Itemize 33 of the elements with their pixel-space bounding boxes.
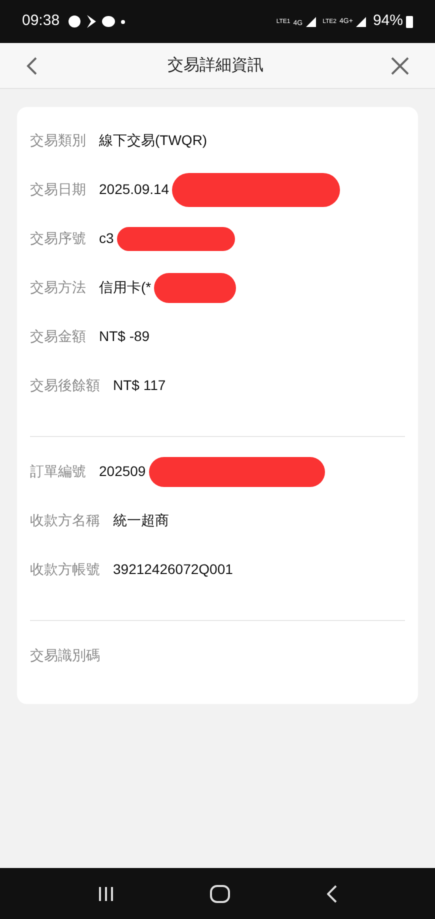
- field-label: 交易日期: [30, 180, 86, 199]
- field-value: c3: [99, 230, 114, 246]
- more-notifications-icon: [120, 20, 125, 24]
- close-button[interactable]: [391, 56, 409, 74]
- field-value: NT$ 117: [113, 377, 166, 393]
- field-label: 交易類別: [30, 131, 86, 150]
- page-title: 交易詳細資訊: [168, 56, 264, 76]
- field-label: 交易識別碼: [30, 646, 100, 665]
- home-icon[interactable]: [210, 884, 230, 902]
- field-value: 線下交易(TWQR): [99, 132, 208, 148]
- field-value: 信用卡(*: [99, 279, 152, 295]
- field-label: 訂單編號: [30, 462, 86, 481]
- recent-apps-icon[interactable]: [98, 886, 114, 902]
- field-label: 交易序號: [30, 229, 86, 248]
- field-value: 39212426072Q001: [113, 561, 233, 577]
- field-value: 202509: [99, 463, 146, 479]
- battery-icon: [406, 15, 413, 28]
- status-time: 09:38: [22, 11, 60, 32]
- app-notification-icon: [86, 15, 96, 28]
- field-value: 2025.09.14: [99, 181, 170, 197]
- field-label: 交易方法: [30, 278, 86, 297]
- field-label: 收款方帳號: [30, 560, 100, 579]
- field-value: NT$ -89: [99, 328, 150, 344]
- field-label: 交易後餘額: [30, 376, 100, 395]
- signal-icon: [356, 16, 366, 26]
- back-icon[interactable]: [326, 884, 337, 902]
- field-label: 收款方名稱: [30, 511, 100, 530]
- signal-icon: [306, 16, 316, 26]
- field-value: 統一超商: [113, 512, 169, 528]
- field-label: 交易金額: [30, 327, 86, 346]
- battery-percent: 94%: [372, 11, 403, 32]
- app-notification-icon: [68, 15, 81, 28]
- chat-app-icon: [102, 16, 115, 27]
